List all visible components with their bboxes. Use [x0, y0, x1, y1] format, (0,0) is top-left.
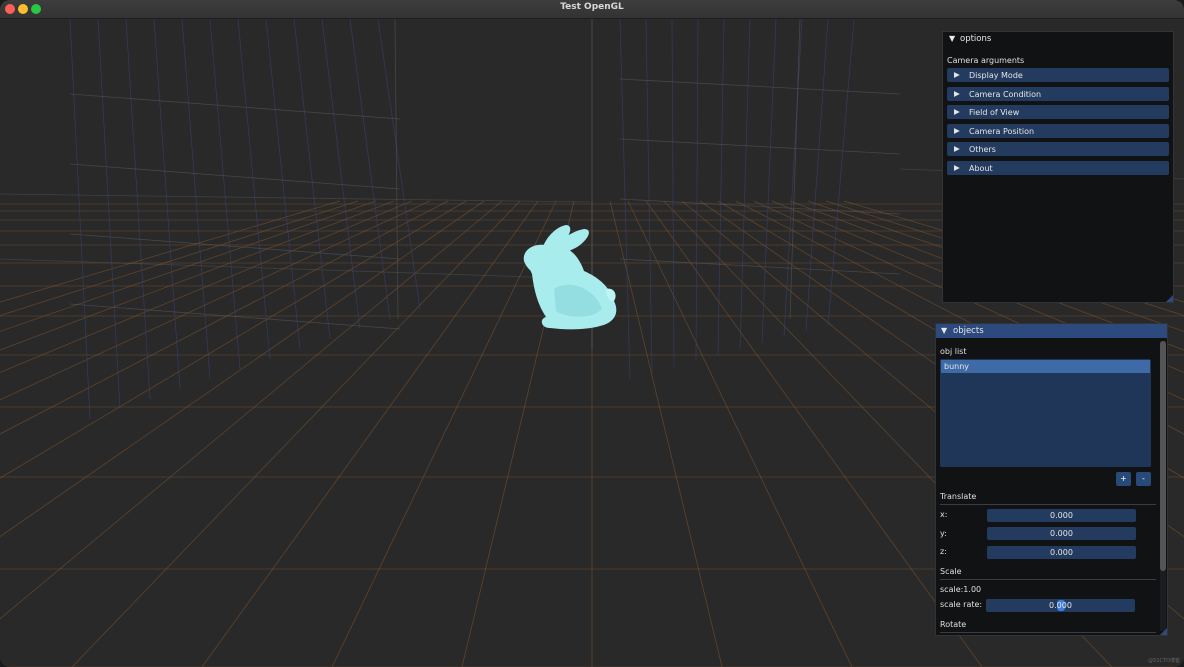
bunny-model	[523, 225, 617, 330]
grid-line	[761, 19, 777, 344]
grid-line	[69, 19, 91, 420]
about-section[interactable]: ▶ About	[947, 161, 1169, 175]
resize-grip-icon[interactable]	[1160, 628, 1167, 635]
grid-line	[125, 19, 151, 400]
field-of-view-section[interactable]: ▶ Field of View	[947, 105, 1169, 119]
display-mode-section[interactable]: ▶ Display Mode	[947, 68, 1169, 82]
expand-triangle-icon: ▶	[954, 163, 960, 172]
grid-line	[619, 78, 901, 95]
collapse-triangle-icon: ▼	[949, 34, 956, 43]
collapse-triangle-icon: ▼	[941, 326, 948, 335]
grid-line	[0, 200, 449, 435]
grid-line	[321, 19, 361, 330]
grid-line	[394, 19, 399, 320]
divider	[940, 579, 1156, 580]
window-title: Test OpenGL	[560, 2, 624, 12]
grid-line	[0, 200, 485, 538]
z-label: z:	[940, 547, 947, 556]
options-panel-header[interactable]: ▼ options	[943, 32, 1173, 47]
objects-panel-header[interactable]: ▼ objects	[936, 324, 1167, 338]
scale-rate-slider[interactable]: 0.000	[986, 599, 1135, 612]
grid-line	[69, 163, 401, 190]
grid-line	[69, 93, 401, 120]
title-bar[interactable]: Test OpenGL	[0, 0, 1184, 19]
expand-triangle-icon: ▶	[954, 144, 960, 153]
grid-line	[201, 200, 539, 667]
grid-line	[0, 200, 341, 303]
translate-y-field[interactable]: 0.000	[987, 527, 1136, 540]
camera-position-section[interactable]: ▶ Camera Position	[947, 124, 1169, 138]
divider	[940, 632, 1156, 633]
section-label: Camera Position	[969, 126, 1035, 136]
expand-triangle-icon: ▶	[954, 70, 960, 79]
section-label: Others	[969, 144, 996, 154]
grid-line	[331, 200, 557, 667]
grid-line	[0, 200, 467, 479]
translate-label: Translate	[940, 492, 977, 501]
grid-line	[619, 138, 901, 155]
options-panel: ▼ options Camera arguments ▶ Display Mod…	[942, 31, 1174, 303]
grid-line	[805, 19, 829, 332]
grid-line	[265, 19, 301, 350]
grid-line	[0, 200, 359, 316]
grid-line	[0, 200, 395, 351]
expand-triangle-icon: ▶	[954, 107, 960, 116]
grid-line	[0, 200, 503, 620]
grid-line	[377, 19, 421, 310]
section-label: About	[969, 163, 993, 173]
divider	[940, 504, 1156, 505]
camera-arguments-label: Camera arguments	[947, 56, 1025, 65]
section-label: Field of View	[969, 107, 1020, 117]
object-list[interactable]: bunny	[940, 359, 1151, 467]
list-item[interactable]: bunny	[941, 360, 1150, 373]
section-label: Display Mode	[969, 70, 1023, 80]
y-label: y:	[940, 529, 947, 538]
grid-line	[645, 19, 653, 374]
grid-line	[293, 19, 331, 340]
camera-condition-section[interactable]: ▶ Camera Condition	[947, 87, 1169, 101]
expand-triangle-icon: ▶	[954, 126, 960, 135]
app-window: Test OpenGL ▼ options Camera arguments ▶…	[0, 0, 1184, 667]
scale-value-text: scale:1.00	[940, 585, 982, 594]
grid-line	[627, 200, 853, 667]
grid-line	[349, 19, 391, 320]
rotate-label: Rotate	[940, 620, 967, 629]
options-panel-title: options	[960, 34, 992, 44]
others-section[interactable]: ▶ Others	[947, 142, 1169, 156]
translate-z-field[interactable]: 0.000	[987, 546, 1136, 559]
resize-grip-icon[interactable]	[1166, 295, 1173, 302]
section-label: Camera Condition	[969, 89, 1042, 99]
objects-panel-title: objects	[953, 326, 984, 336]
scale-rate-value: 0.000	[1049, 601, 1072, 610]
grid-line	[0, 193, 591, 203]
grid-line	[783, 19, 803, 338]
grid-line	[695, 19, 699, 362]
grid-line	[97, 19, 121, 410]
grid-line	[739, 19, 751, 350]
grid-line	[789, 19, 801, 320]
grid-line	[619, 198, 901, 215]
objects-panel: ▼ objects obj list bunny + - Translate x…	[935, 323, 1168, 636]
translate-x-field[interactable]: 0.000	[987, 509, 1136, 522]
watermark: @51CTO博客	[1148, 658, 1180, 664]
expand-triangle-icon: ▶	[954, 89, 960, 98]
grid-line	[0, 200, 377, 332]
scale-label: Scale	[940, 567, 962, 576]
scale-rate-label: scale rate:	[940, 600, 983, 609]
scrollbar[interactable]	[1160, 341, 1166, 631]
x-label: x:	[940, 510, 948, 519]
remove-object-button[interactable]: -	[1136, 472, 1151, 486]
obj-list-label: obj list	[940, 347, 967, 356]
add-object-button[interactable]: +	[1116, 472, 1131, 486]
grid-line	[671, 19, 675, 368]
grid-line	[181, 19, 211, 380]
scrollbar-thumb[interactable]	[1160, 341, 1166, 571]
